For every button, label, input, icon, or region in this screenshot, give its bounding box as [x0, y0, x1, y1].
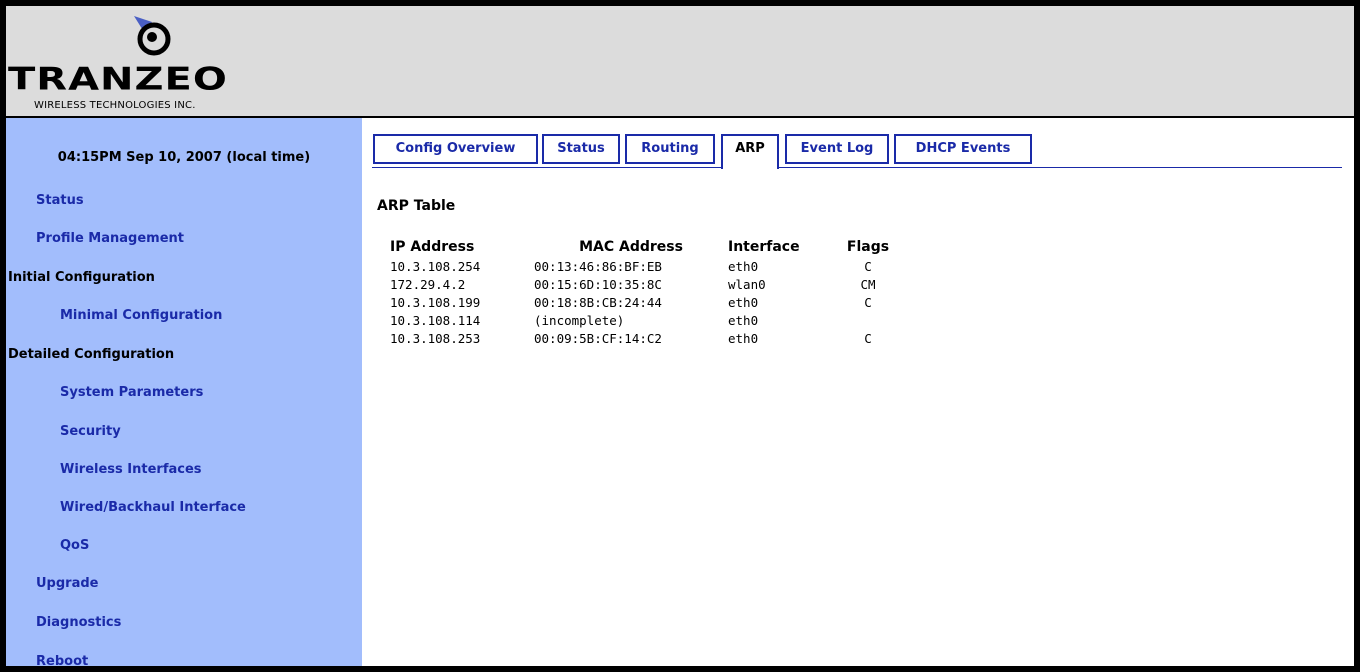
tab-dhcp-events[interactable]: DHCP Events: [894, 134, 1032, 164]
tranzeo-logo: TRANZEO WIRELESS TECHNOLOGIES INC.: [6, 12, 306, 112]
table-row: 10.3.108.114 (incomplete) eth0: [390, 312, 898, 330]
sidebar-item-wireless-interfaces[interactable]: Wireless Interfaces: [60, 462, 202, 477]
local-time-display: 04:15PM Sep 10, 2007 (local time): [57, 150, 311, 165]
cell-interface: eth0: [728, 313, 759, 328]
cell-flags: C: [864, 331, 872, 346]
cell-mac: 00:18:8B:CB:24:44: [534, 295, 662, 310]
table-row: 10.3.108.199 00:18:8B:CB:24:44 eth0 C: [390, 294, 898, 312]
cell-interface: eth0: [728, 259, 759, 274]
cell-ip: 10.3.108.199: [390, 295, 481, 310]
sidebar-item-security[interactable]: Security: [60, 424, 121, 439]
tab-routing[interactable]: Routing: [625, 134, 715, 164]
cell-flags: C: [864, 295, 872, 310]
cell-flags: CM: [860, 277, 876, 292]
column-header-ip-address: IP Address: [390, 239, 475, 255]
sidebar-section-initial-configuration: Initial Configuration: [8, 270, 155, 285]
sidebar: 04:15PM Sep 10, 2007 (local time) Status…: [6, 118, 362, 669]
cell-mac: (incomplete): [534, 313, 625, 328]
column-header-interface: Interface: [728, 239, 800, 255]
cell-mac: 00:13:46:86:BF:EB: [534, 259, 662, 274]
cell-flags: C: [864, 259, 872, 274]
cell-mac: 00:09:5B:CF:14:C2: [534, 331, 662, 346]
cell-ip: 172.29.4.2: [390, 277, 466, 292]
logo-satellite-icon: [134, 16, 171, 56]
cell-interface: wlan0: [728, 277, 766, 292]
logo-core-shape: [147, 32, 157, 42]
sidebar-item-status[interactable]: Status: [36, 193, 84, 208]
sidebar-item-profile-management[interactable]: Profile Management: [36, 231, 184, 246]
table-row: 172.29.4.2 00:15:6D:10:35:8C wlan0 CM: [390, 276, 898, 294]
sidebar-item-minimal-configuration[interactable]: Minimal Configuration: [60, 308, 222, 323]
page-title: ARP Table: [377, 198, 456, 214]
cell-interface: eth0: [728, 331, 759, 346]
sidebar-item-diagnostics[interactable]: Diagnostics: [36, 615, 121, 630]
cell-ip: 10.3.108.114: [390, 313, 481, 328]
sidebar-item-upgrade[interactable]: Upgrade: [36, 576, 98, 591]
table-header-row: IP Address MAC Address Interface Flags: [390, 238, 898, 258]
tab-bar-underline: [372, 167, 1342, 168]
arp-table: IP Address MAC Address Interface Flags 1…: [390, 238, 898, 348]
tab-arp[interactable]: ARP: [721, 134, 779, 169]
page-frame: TRANZEO WIRELESS TECHNOLOGIES INC. 04:15…: [6, 6, 1354, 669]
sidebar-item-reboot[interactable]: Reboot: [36, 654, 88, 669]
sidebar-item-qos[interactable]: QoS: [60, 538, 89, 553]
header: TRANZEO WIRELESS TECHNOLOGIES INC.: [6, 6, 1354, 118]
tab-config-overview[interactable]: Config Overview: [373, 134, 538, 164]
main-content: Config Overview Status Routing ARP Event…: [362, 118, 1354, 666]
logo-tagline: WIRELESS TECHNOLOGIES INC.: [34, 100, 196, 111]
sidebar-section-detailed-configuration: Detailed Configuration: [8, 347, 175, 362]
tab-status[interactable]: Status: [542, 134, 620, 164]
tab-event-log[interactable]: Event Log: [785, 134, 889, 164]
table-row: 10.3.108.254 00:13:46:86:BF:EB eth0 C: [390, 258, 898, 276]
column-header-mac-address: MAC Address: [579, 239, 683, 255]
cell-flags: [838, 312, 898, 330]
table-row: 10.3.108.253 00:09:5B:CF:14:C2 eth0 C: [390, 330, 898, 348]
cell-mac: 00:15:6D:10:35:8C: [534, 277, 662, 292]
cell-ip: 10.3.108.254: [390, 259, 481, 274]
sidebar-item-system-parameters[interactable]: System Parameters: [60, 385, 203, 400]
cell-ip: 10.3.108.253: [390, 331, 481, 346]
cell-interface: eth0: [728, 295, 759, 310]
column-header-flags: Flags: [846, 239, 890, 255]
logo-wordmark: TRANZEO: [8, 61, 228, 98]
sidebar-item-wired-backhaul-interface[interactable]: Wired/Backhaul Interface: [60, 500, 246, 515]
